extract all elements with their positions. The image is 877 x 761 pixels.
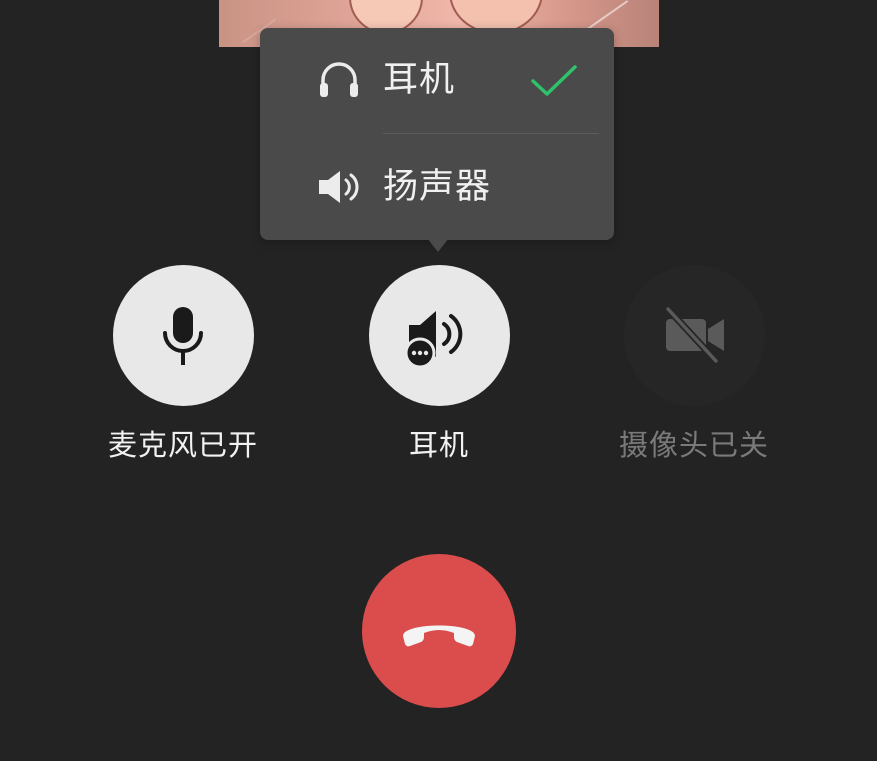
- camera-label: 摄像头已关: [618, 428, 769, 462]
- menu-item-headphones[interactable]: 耳机: [260, 28, 614, 134]
- audio-output-label: 耳机: [408, 428, 469, 462]
- menu-divider: [383, 133, 599, 134]
- check-icon: [531, 65, 577, 96]
- menu-item-label: 扬声器: [383, 167, 492, 207]
- microphone-icon: [163, 307, 203, 365]
- hangup-phone-icon: [403, 625, 475, 647]
- camera-button[interactable]: [624, 265, 765, 406]
- microphone-button[interactable]: [113, 265, 254, 406]
- speaker-icon: [319, 171, 359, 203]
- microphone-label: 麦克风已开: [107, 428, 258, 462]
- speaker-more-icon: [405, 311, 463, 369]
- audio-output-button[interactable]: [369, 265, 510, 406]
- camera-off-icon: [665, 306, 724, 364]
- audio-output-menu: 耳机 扬声器: [260, 28, 614, 240]
- menu-pointer: [427, 238, 449, 252]
- headphones-icon: [320, 62, 358, 97]
- menu-item-speaker[interactable]: 扬声器: [260, 135, 614, 240]
- hangup-button[interactable]: [362, 554, 516, 708]
- menu-item-label: 耳机: [383, 60, 456, 100]
